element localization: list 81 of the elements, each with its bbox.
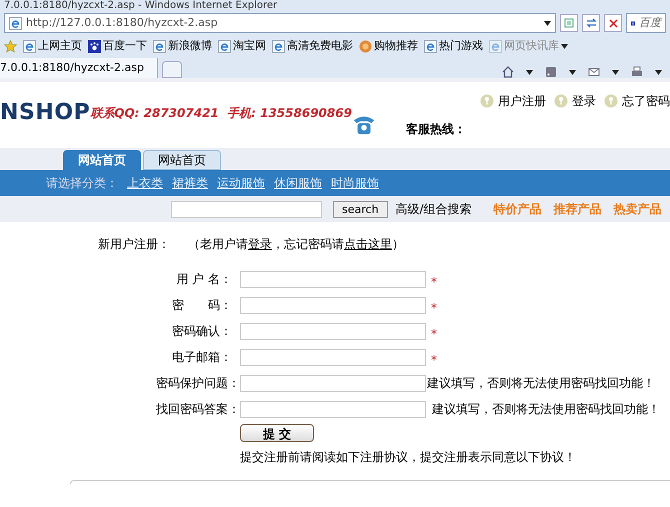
input-field[interactable] [240,270,426,288]
refresh-button[interactable] [582,14,600,32]
nav-tab[interactable]: 网站首页 [63,150,141,170]
compatibility-button[interactable] [560,14,578,32]
page-icon [153,40,166,52]
register-title: 新用户注册： [98,236,170,253]
page-icon [9,16,22,30]
category-link[interactable]: 休闲服饰 [274,174,322,192]
favorite-link[interactable]: 高清免费电影 [272,38,353,54]
dropdown-caret-icon[interactable] [612,70,619,74]
required-mark: * [431,352,437,369]
favorite-link[interactable]: 热门游戏 [424,38,483,54]
category-link[interactable]: 运动服饰 [217,174,265,192]
required-mark: * [431,274,437,291]
refresh-icon [586,18,596,28]
category-link[interactable]: 时尚服饰 [331,174,379,192]
address-field[interactable]: http://127.0.0.1:8180/hyzcxt-2.asp [4,13,556,33]
close-icon [608,18,618,28]
page-icon [218,40,231,52]
field-label: 用 户 名： [175,271,232,288]
field-label: 电子邮箱： [171,349,232,366]
note-text: ，忘记密码请 [272,236,344,253]
input-field[interactable] [240,374,426,392]
favorite-link[interactable]: 购物推荐 [359,38,418,54]
header-link[interactable]: 用户注册 [480,92,546,110]
dropdown-caret-icon[interactable] [526,70,533,74]
paw-icon [88,40,101,52]
input-field[interactable] [240,400,426,418]
input-field[interactable] [240,296,426,314]
hint-text: 建议填写，否则将无法使用密码找回功能！ [432,401,660,418]
submit-button[interactable]: 提 交 [240,424,314,442]
agreement-text: 提交注册前请阅读如下注册协议，提交注册表示同意以下协议！ [240,449,577,466]
favorite-link[interactable]: 淘宝网 [218,38,266,54]
page-icon [564,18,574,28]
print-icon[interactable] [631,66,643,78]
note-text: （老用户请 [188,236,248,253]
mail-icon[interactable] [588,66,600,78]
page-icon [23,40,36,52]
favorite-link[interactable]: 新浪微博 [153,38,212,54]
note-text: ） [392,236,404,253]
advanced-search-link[interactable]: 高级/组合搜索 [396,200,472,218]
search-field[interactable] [171,200,322,218]
page-icon [489,40,502,52]
header-link[interactable]: 忘了密码 [604,92,670,110]
browser-tab[interactable]: 7.0.0.1:8180/hyzcxt-2.asp [0,58,158,78]
page-icon [424,40,437,52]
key-icon [554,94,568,108]
key-icon [604,94,618,108]
login-link[interactable]: 登录 [248,235,272,253]
dropdown-caret-icon[interactable] [655,70,662,74]
hint-text: 建议填写，否则将无法使用密码找回功能！ [427,375,655,392]
stop-button[interactable] [604,14,622,32]
site-logo[interactable]: NSHOP [0,96,90,129]
required-mark: * [431,326,437,343]
window-title: 7.0.0.1:8180/hyzcxt-2.asp - Windows Internet Explorer [3,0,278,12]
page-icon [272,40,285,52]
forgot-password-link[interactable]: 点击这里 [344,235,392,253]
feed-icon[interactable] [545,66,557,78]
dropdown-caret-icon[interactable] [544,20,551,26]
dropdown-caret-icon[interactable] [561,44,568,48]
category-link[interactable]: 上衣类 [127,174,163,192]
category-link[interactable]: 裙裤类 [172,174,208,192]
home-icon[interactable] [502,66,514,78]
dropdown-caret-icon[interactable] [569,70,576,74]
field-label: 密码确认： [171,323,232,340]
favorites-star-icon[interactable] [4,40,17,52]
search-engine-field[interactable]: 百度 [626,13,666,33]
category-label: 请选择分类： [46,175,118,192]
input-field[interactable] [240,322,426,340]
required-mark: * [431,300,437,317]
nav-tab[interactable]: 网站首页 [143,150,221,170]
favorite-link[interactable]: 上网主页 [23,38,82,54]
input-field[interactable] [240,348,426,366]
favorite-link[interactable]: 百度一下 [88,38,147,54]
contact-info: 联系QQ: 287307421 手机: 13558690869 [90,105,352,122]
field-label: 密 码： [171,297,232,314]
coin-icon [359,40,372,52]
header-link[interactable]: 登录 [554,92,596,110]
hotline-label: 客服热线： [406,121,467,138]
key-icon [480,94,494,108]
search-button[interactable]: search [333,200,388,218]
